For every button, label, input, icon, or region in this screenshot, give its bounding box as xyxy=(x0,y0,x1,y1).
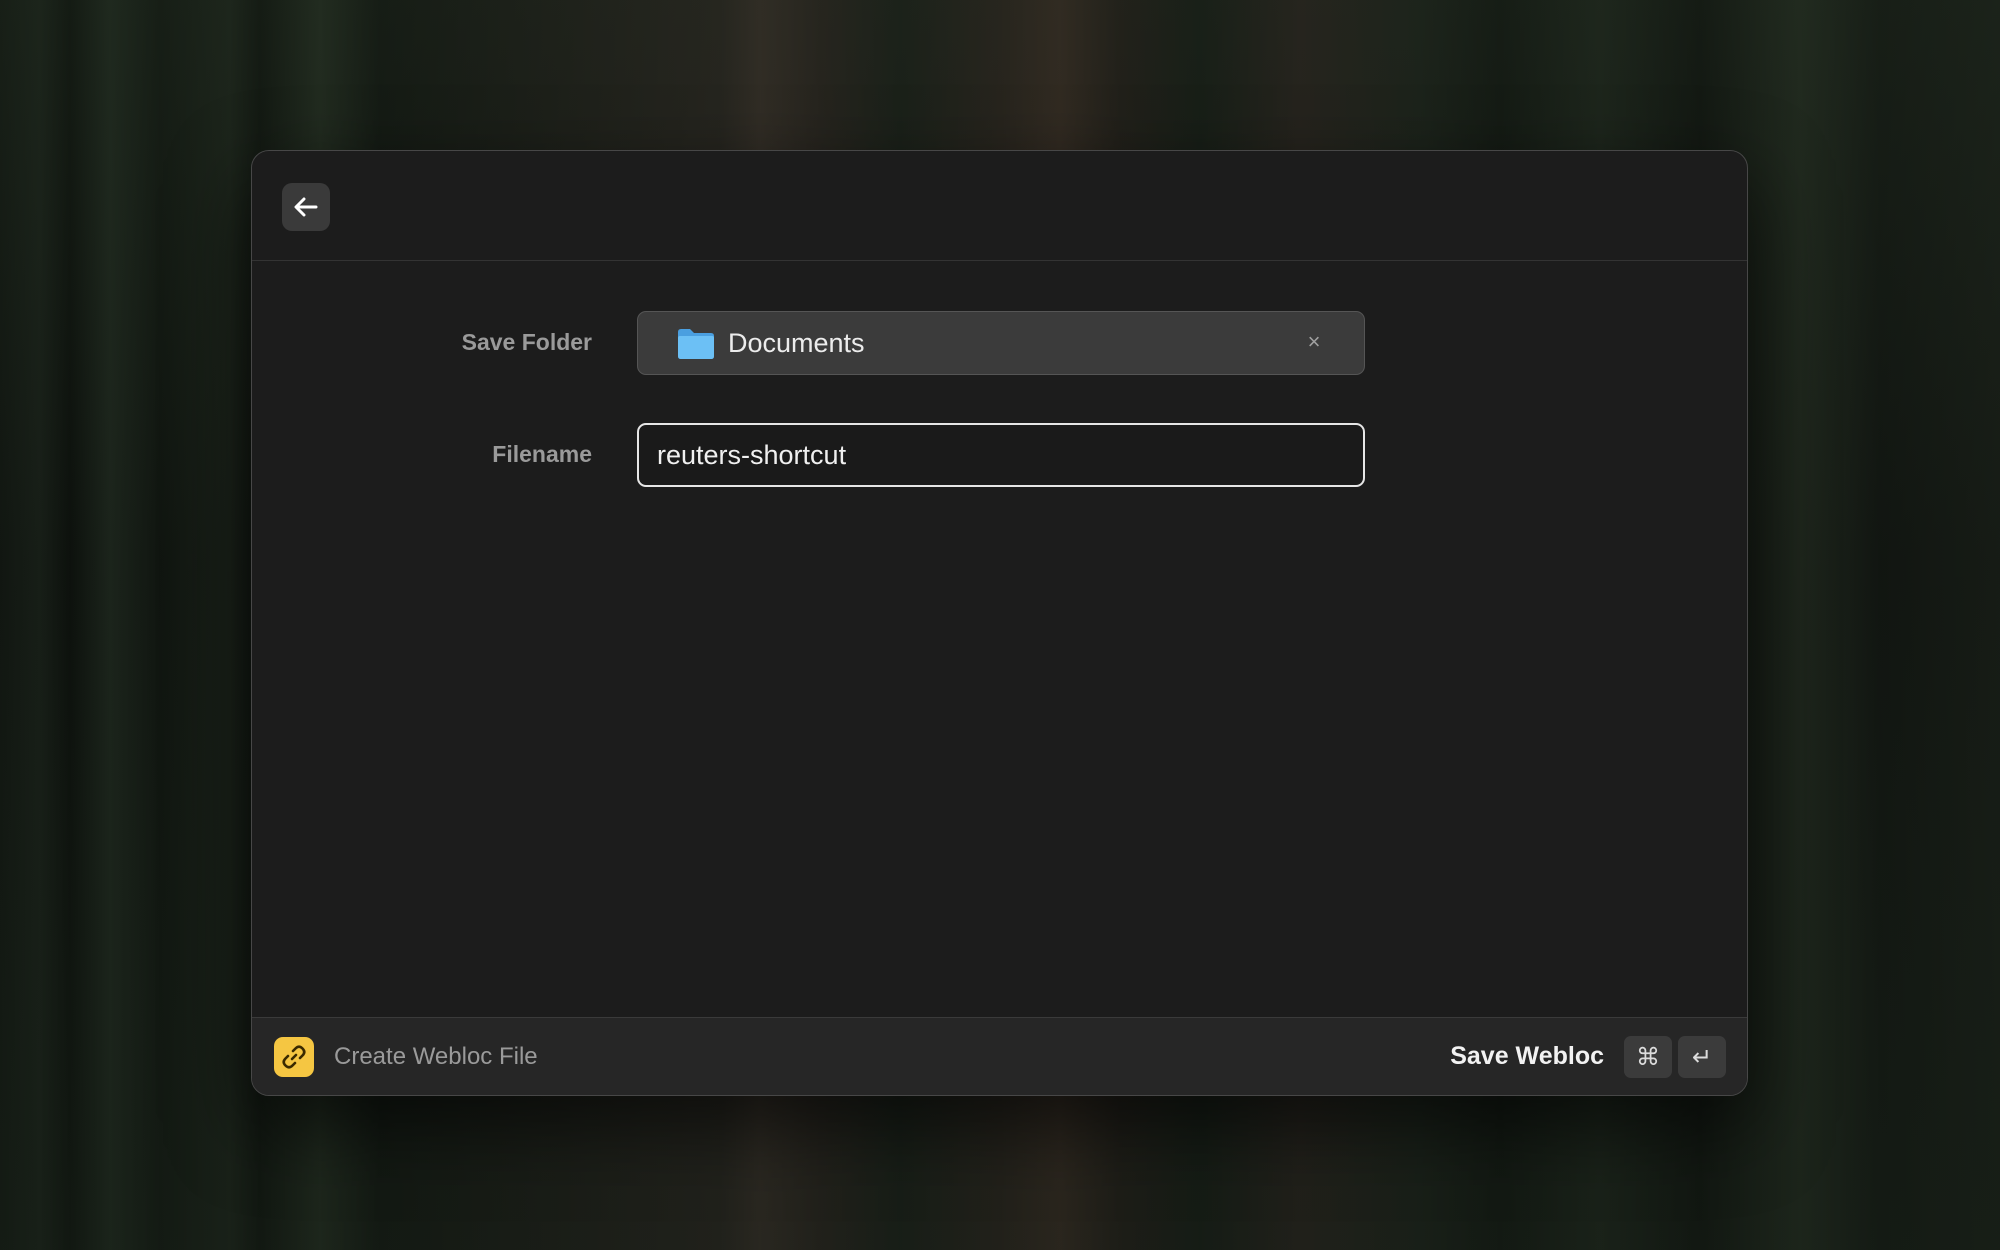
save-folder-picker[interactable]: Documents × xyxy=(637,311,1365,375)
filename-input[interactable] xyxy=(637,423,1365,487)
arrow-left-icon xyxy=(294,197,318,217)
action-bar: Create Webloc File Save Webloc ⌘ ↵ xyxy=(252,1017,1747,1095)
save-folder-value: Documents xyxy=(728,328,865,358)
save-webloc-button[interactable]: Save Webloc xyxy=(1450,1042,1604,1071)
link-icon xyxy=(282,1045,306,1069)
back-button[interactable] xyxy=(282,183,330,231)
extension-icon xyxy=(274,1037,314,1077)
filename-label: Filename xyxy=(492,441,592,467)
top-bar xyxy=(252,151,1747,261)
close-icon[interactable]: × xyxy=(1302,329,1326,354)
command-key-icon: ⌘ xyxy=(1624,1036,1672,1078)
return-key-icon: ↵ xyxy=(1678,1036,1726,1078)
folder-icon xyxy=(678,329,714,359)
raycast-window: Save Folder Documents × Filename Create … xyxy=(251,150,1748,1096)
save-folder-label: Save Folder xyxy=(461,329,592,355)
extension-title: Create Webloc File xyxy=(334,1043,538,1070)
